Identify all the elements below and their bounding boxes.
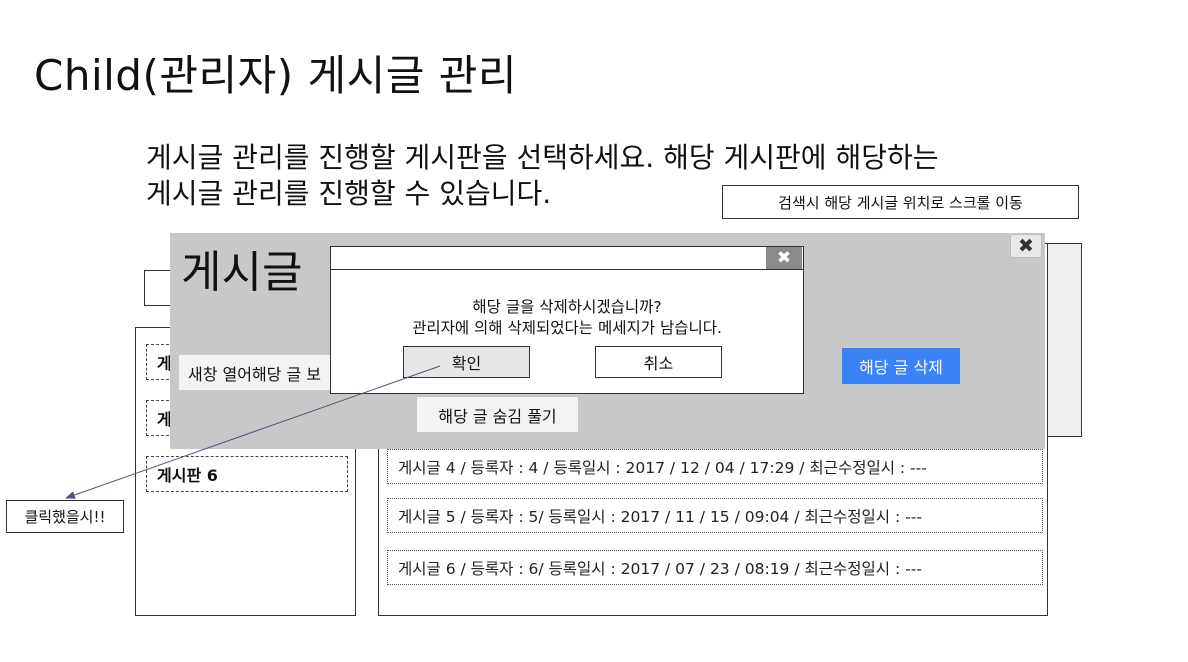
scroll-note-box: 검색시 해당 게시글 위치로 스크롤 이동 (722, 185, 1079, 219)
unhide-post-button[interactable]: 해당 글 숨김 풀기 (417, 397, 578, 432)
confirm-message: 해당 글을 삭제하시겠습니까? (472, 298, 662, 316)
posts-scroll-thumb[interactable] (1047, 243, 1082, 437)
popup-title: 게시글 (181, 247, 303, 298)
instruction-text: 게시글 관리를 진행할 수 있습니다. (146, 177, 552, 210)
confirm-cancel-button[interactable]: 취소 (595, 346, 722, 378)
open-new-window-button[interactable]: 새창 열어해당 글 보 (179, 355, 342, 390)
page-title: Child(관리자) 게시글 관리 (34, 51, 518, 100)
annotation-label: 클릭했을시!! (6, 500, 124, 533)
close-icon[interactable]: ✖ (766, 247, 802, 269)
post-row[interactable]: 게시글 5 / 등록자 : 5/ 등록일시 : 2017 / 11 / 15 /… (387, 498, 1043, 533)
close-icon[interactable]: ✖ (1010, 234, 1042, 258)
confirm-ok-button[interactable]: 확인 (403, 346, 530, 378)
delete-post-button[interactable]: 해당 글 삭제 (842, 348, 960, 384)
board-item[interactable]: 게시판 6 (146, 456, 348, 492)
confirm-titlebar (330, 246, 804, 270)
post-row[interactable]: 게시글 4 / 등록자 : 4 / 등록일시 : 2017 / 12 / 04 … (387, 449, 1043, 484)
post-row[interactable]: 게시글 6 / 등록자 : 6/ 등록일시 : 2017 / 07 / 23 /… (387, 550, 1043, 585)
confirm-message: 관리자에 의해 삭제되었다는 메세지가 남습니다. (412, 319, 722, 337)
instruction-text: 게시글 관리를 진행할 게시판을 선택하세요. 해당 게시판에 해당하는 (146, 141, 939, 174)
